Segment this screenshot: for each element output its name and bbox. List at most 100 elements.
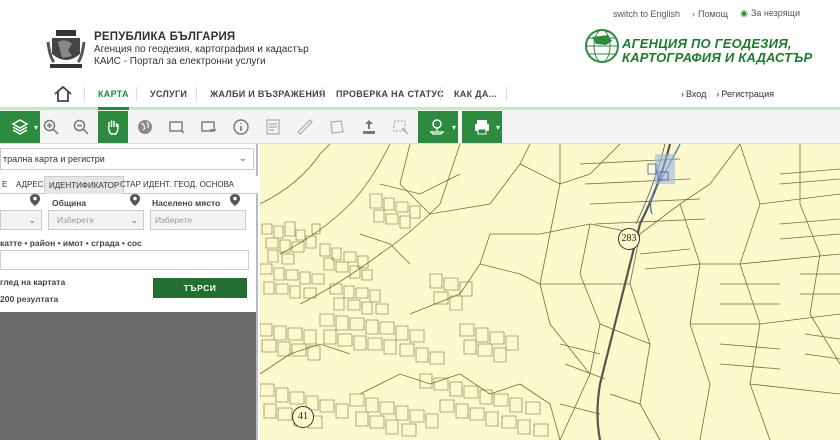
register-label: Регистрация: [721, 89, 774, 99]
nav-item-services[interactable]: УСЛУГИ: [150, 78, 187, 110]
map-toolbar: ▾ ▾ ▾: [0, 110, 840, 144]
english-link[interactable]: switch to English: [613, 9, 680, 19]
kais-portal-page: РЕПУБЛИКА БЪЛГАРИЯ Агенция по геодезия, …: [0, 0, 840, 440]
chevron-down-icon: ▾: [451, 122, 456, 132]
info-button[interactable]: [226, 111, 256, 143]
print-button[interactable]: ▾: [462, 111, 502, 143]
nav-item-status-check[interactable]: ПРОВЕРКА НА СТАТУС: [336, 78, 444, 110]
chevron-right-icon: ›: [692, 8, 695, 19]
select-area-icon: [393, 120, 409, 135]
parcel-lines: [260, 144, 840, 440]
zoom-out-button[interactable]: [66, 111, 96, 143]
nav-divider: [506, 87, 507, 101]
agency-line1: АГЕНЦИЯ ПО ГЕОДЕЗИЯ,: [622, 36, 792, 51]
login-label: Вход: [686, 89, 707, 99]
top-links: switch to English › Помощ ◉ За незрящи: [613, 8, 800, 19]
municipality-select[interactable]: Изберете ⌄: [48, 210, 144, 230]
polygon-icon: [330, 120, 344, 134]
globe-button[interactable]: [130, 111, 160, 143]
main-nav: КАРТА УСЛУГИ ЖАЛБИ И ВЪЗРАЖЕНИЯ ПРОВЕРКА…: [0, 78, 840, 110]
map-pin-icon: [30, 194, 40, 206]
coat-of-arms-icon: [46, 30, 86, 68]
layers-icon: [11, 119, 29, 135]
nav-divider: [440, 87, 441, 101]
region-select[interactable]: ⌄: [0, 210, 42, 230]
home-icon[interactable]: [52, 84, 74, 104]
chevron-down-icon: ⌄: [28, 215, 36, 225]
nav-item-complaints[interactable]: ЖАЛБИ И ВЪЗРАЖЕНИЯ: [210, 78, 326, 110]
login-link[interactable]: › Вход: [681, 78, 706, 110]
upload-button[interactable]: [354, 111, 384, 143]
register-link[interactable]: › Регистрация: [716, 78, 774, 110]
layer-select[interactable]: трална карта и регистри ⌄: [0, 148, 254, 170]
info-icon: [233, 119, 249, 135]
tab-old-identifier[interactable]: СТАР ИДЕНТ.: [116, 176, 176, 194]
zoom-in-icon: [43, 119, 59, 135]
globe-icon: [138, 120, 152, 134]
cadastral-map[interactable]: 283 41: [260, 144, 840, 440]
select-button[interactable]: [386, 111, 416, 143]
zoom-box-in-button[interactable]: [162, 111, 192, 143]
upload-icon: [363, 120, 375, 134]
zoom-out-icon: [73, 119, 89, 135]
search-button[interactable]: ТЪРСИ: [153, 278, 247, 298]
brand-line3: КАИС - Портал за електронни услуги: [94, 56, 266, 67]
identifier-input[interactable]: [0, 250, 249, 270]
layers-button[interactable]: ▾: [0, 111, 40, 143]
zoom-in-button[interactable]: [36, 111, 66, 143]
search-tabs: Е АДРЕС ИДЕНТИФИКАТОР СТАР ИДЕНТ. ГЕОД. …: [0, 176, 258, 194]
agency-line2: КАРТОГРАФИЯ И КАДАСТЪР: [622, 50, 813, 65]
results-area: [0, 312, 256, 440]
settlement-select[interactable]: Изберете: [150, 210, 246, 230]
view-on-map-label: глед на картата: [0, 277, 66, 287]
nav-divider: [322, 87, 323, 101]
chevron-right-icon: ›: [681, 89, 684, 99]
map-pin-icon: [230, 194, 240, 206]
brand-line2: Агенция по геодезия, картография и кадас…: [94, 43, 309, 55]
auth-links: › Вход › Регистрация: [681, 78, 774, 110]
accessibility-link[interactable]: ◉ За незрящи: [740, 8, 800, 19]
map-pin-icon: [130, 194, 140, 206]
zoom-box-icon: [169, 121, 185, 134]
chevron-down-icon: ⌄: [130, 215, 138, 225]
site-header: РЕПУБЛИКА БЪЛГАРИЯ Агенция по геодезия, …: [0, 0, 840, 78]
road-number-badge: 283: [618, 228, 640, 250]
identifier-format-hint: катте • район • имот • сграда • сос: [0, 238, 142, 248]
print-icon: [475, 120, 489, 135]
measure-length-button[interactable]: [290, 111, 320, 143]
municipality-select-value: Изберете: [57, 215, 95, 225]
map-pin-icon: [429, 119, 445, 135]
nav-divider: [84, 87, 85, 101]
chevron-down-icon: ▾: [495, 122, 500, 132]
zoom-box-out-button[interactable]: [194, 111, 224, 143]
tab-identifier[interactable]: ИДЕНТИФИКАТОР: [44, 176, 125, 194]
tab-partial[interactable]: Е: [0, 176, 11, 194]
legend-icon: [266, 119, 280, 135]
nav-item-how-to[interactable]: КАК ДА...: [454, 78, 497, 110]
location-button[interactable]: ▾: [418, 111, 458, 143]
zoom-box-out-icon: [201, 121, 216, 132]
agency-globe-icon: [585, 29, 619, 63]
hand-icon: [108, 120, 119, 135]
nav-divider: [136, 87, 137, 101]
accessibility-label: За незрящи: [750, 8, 800, 18]
nav-item-map[interactable]: КАРТА: [98, 78, 129, 110]
municipality-label: Община: [52, 198, 87, 208]
layer-select-value: трална карта и регистри: [3, 154, 105, 164]
legend-button[interactable]: [258, 111, 288, 143]
settlement-select-value: Изберете: [155, 215, 193, 225]
agency-logo-text: АГЕНЦИЯ ПО ГЕОДЕЗИЯ, КАРТОГРАФИЯ И КАДАС…: [622, 37, 812, 65]
tab-geodetic-base[interactable]: ГЕОД. ОСНОВА: [170, 176, 238, 194]
help-link[interactable]: › Помощ: [692, 9, 728, 19]
tab-address[interactable]: АДРЕС: [12, 176, 47, 194]
chevron-down-icon: ⌄: [238, 153, 247, 164]
nav-divider: [196, 87, 197, 101]
road-number-badge: 41: [292, 406, 314, 428]
settlement-label: Населено място: [152, 198, 221, 208]
search-panel: трална карта и регистри ⌄ Е АДРЕС ИДЕНТИ…: [0, 144, 258, 440]
measure-area-button[interactable]: [322, 111, 352, 143]
brand-text: РЕПУБЛИКА БЪЛГАРИЯ Агенция по геодезия, …: [94, 31, 309, 69]
chevron-right-icon: ›: [716, 89, 720, 99]
pan-button[interactable]: [98, 111, 128, 143]
results-limit-label: 200 резултата: [0, 294, 59, 304]
